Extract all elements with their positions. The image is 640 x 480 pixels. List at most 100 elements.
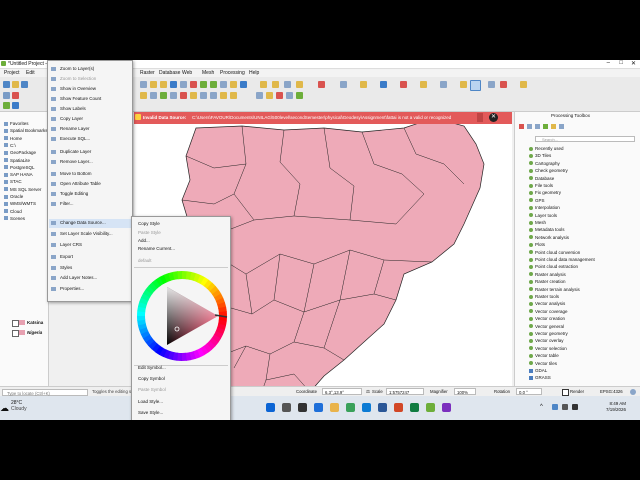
messages-icon[interactable] <box>630 389 636 395</box>
toolbox-item-gps[interactable]: GPS <box>529 198 545 203</box>
zoom-selection-icon[interactable] <box>190 81 197 88</box>
processing-toolbox-icon[interactable] <box>470 80 481 91</box>
chrome-icon[interactable] <box>346 403 355 412</box>
browser-item-sap-hana[interactable]: SAP HANA <box>4 172 33 177</box>
measure-icon[interactable] <box>360 81 367 88</box>
copy-features-icon[interactable] <box>200 92 207 99</box>
menu-raster[interactable]: Raster <box>140 70 155 76</box>
toolbox-item-database[interactable]: Database <box>529 176 554 181</box>
toolbox-item-vector-general[interactable]: Vector general <box>529 324 564 329</box>
menu-project[interactable]: Project <box>4 70 20 76</box>
styles-item-load-style[interactable]: Load Style... <box>138 399 163 404</box>
browser-item-home[interactable]: Home <box>4 136 22 141</box>
deselect-icon[interactable] <box>284 81 291 88</box>
crs-label[interactable]: EPSG:4326 <box>600 389 623 394</box>
zoom-next-icon[interactable] <box>210 81 217 88</box>
browser-item-oracle[interactable]: Oracle <box>4 194 23 199</box>
toolbox-item-vector-tiles[interactable]: Vector tiles <box>529 361 557 366</box>
menu-processing[interactable]: Processing <box>220 70 245 76</box>
file-explorer-icon[interactable] <box>330 403 339 412</box>
maximize-icon[interactable]: □ <box>619 60 623 66</box>
toolbox-item-mesh[interactable]: Mesh <box>529 220 546 225</box>
plugin-icon[interactable] <box>520 81 527 88</box>
toolbox-item-raster-creation[interactable]: Raster creation <box>529 279 566 284</box>
layer-checkbox[interactable] <box>12 330 19 337</box>
menu-item-set-layer-scale-visibility[interactable]: Set Layer Scale Visibility... <box>60 231 113 236</box>
vertex-tool-icon[interactable] <box>170 92 177 99</box>
toolbox-results-icon[interactable] <box>535 124 540 129</box>
toolbox-item-point-cloud-conversion[interactable]: Point cloud conversion <box>529 250 580 255</box>
coordinate-field[interactable]: 6.3°,13.9° <box>322 388 362 395</box>
label-tool-icon[interactable] <box>256 92 263 99</box>
styles-item-copy-style[interactable]: Copy Style <box>138 221 160 226</box>
browser-item-favorites[interactable]: Favorites <box>4 121 29 126</box>
toolbox-item-vector-geometry[interactable]: Vector geometry <box>529 331 568 336</box>
help-icon[interactable] <box>500 81 507 88</box>
move-label-icon[interactable] <box>286 92 293 99</box>
menu-item-execute-sql[interactable]: Execute SQL... <box>60 136 90 141</box>
start-icon[interactable] <box>266 403 275 412</box>
close-window-icon[interactable]: ✕ <box>631 60 636 67</box>
toolbox-python-icon[interactable] <box>543 124 548 129</box>
bookmark-icon[interactable] <box>230 81 237 88</box>
menu-web[interactable]: Web <box>182 70 192 76</box>
menu-item-zoom-to-layer-s[interactable]: Zoom to Layer(s) <box>60 66 94 71</box>
save-edits-icon[interactable] <box>150 92 157 99</box>
toolbox-item-check-geometry[interactable]: Check geometry <box>529 168 568 173</box>
browser-item-geopackage[interactable]: GeoPackage <box>4 150 36 155</box>
refresh-icon[interactable] <box>240 81 247 88</box>
menu-item-properties[interactable]: Properties... <box>60 286 84 291</box>
styles-item-copy-symbol[interactable]: Copy Symbol <box>138 376 165 381</box>
error-menu-button[interactable] <box>477 113 483 122</box>
toolbox-item-recently-used[interactable]: Recently used <box>529 146 564 151</box>
open-project-icon[interactable] <box>12 81 19 88</box>
volume-icon[interactable] <box>562 404 568 410</box>
new-project-icon[interactable] <box>3 81 10 88</box>
menu-item-open-attribute-table[interactable]: Open Attribute Table <box>60 181 101 186</box>
qgis-taskbar-icon[interactable] <box>426 403 435 412</box>
toolbox-item-vector-table[interactable]: Vector table <box>529 353 559 358</box>
render-checkbox[interactable] <box>562 389 569 396</box>
highlight-label-icon[interactable] <box>276 92 283 99</box>
toolbox-item-vector-analysis[interactable]: Vector analysis <box>529 301 565 306</box>
delete-selected-icon[interactable] <box>180 92 187 99</box>
menu-item-show-labels[interactable]: Show Labels <box>60 106 86 111</box>
statistics-icon[interactable] <box>340 81 347 88</box>
zoom-layer-icon[interactable] <box>180 81 187 88</box>
styles-item-add[interactable]: Add... <box>138 238 150 243</box>
python-console-icon[interactable] <box>460 81 467 88</box>
toolbox-search-input[interactable]: Search... <box>535 136 635 142</box>
toolbox-item-3d-tiles[interactable]: 3D Tiles <box>529 153 551 158</box>
menu-item-show-in-overview[interactable]: Show in Overview <box>60 86 96 91</box>
close-icon[interactable]: ✕ <box>489 113 498 122</box>
battery-icon[interactable] <box>572 404 578 410</box>
layer-icon[interactable] <box>3 92 10 99</box>
new-print-layout-icon[interactable] <box>420 81 427 88</box>
vector-layer-icon[interactable] <box>3 102 10 109</box>
browser-item-spatialite[interactable]: SpatiaLite <box>4 158 30 163</box>
attribute-table-icon[interactable] <box>296 81 303 88</box>
field-calculator-icon[interactable] <box>318 81 325 88</box>
browser-item-wms-wmts[interactable]: WMS/WMTS <box>4 201 36 206</box>
menu-item-styles[interactable]: Styles <box>60 265 72 270</box>
layer-item-nigeria[interactable]: Nigeria <box>19 330 42 335</box>
excel-icon[interactable] <box>410 403 419 412</box>
toolbox-item-vector-creation[interactable]: Vector creation <box>529 316 565 321</box>
toolbox-item-vector-overlay[interactable]: Vector overlay <box>529 338 564 343</box>
undo-icon[interactable] <box>220 92 227 99</box>
menu-item-filter[interactable]: Filter... <box>60 201 74 206</box>
locator-input[interactable]: Type to locate (Ctrl+K) <box>2 389 88 396</box>
zoom-full-icon[interactable] <box>170 81 177 88</box>
app-icon[interactable] <box>442 403 451 412</box>
browser-item-scenes[interactable]: Scenes <box>4 216 25 221</box>
toolbox-item-interpolation[interactable]: Interpolation <box>529 205 560 210</box>
save-project-icon[interactable] <box>21 81 28 88</box>
magnifier-field[interactable]: 100% <box>454 388 476 395</box>
menu-item-change-data-source[interactable]: Change Data Source... <box>60 220 106 225</box>
toolbox-item-file-tools[interactable]: File tools <box>529 183 553 188</box>
toolbox-item-plots[interactable]: Plots <box>529 242 545 247</box>
rotate-label-icon[interactable] <box>296 92 303 99</box>
browser-item-postgresql[interactable]: PostgreSQL <box>4 165 35 170</box>
toolbox-model-icon[interactable] <box>551 124 556 129</box>
search-icon[interactable] <box>282 403 291 412</box>
